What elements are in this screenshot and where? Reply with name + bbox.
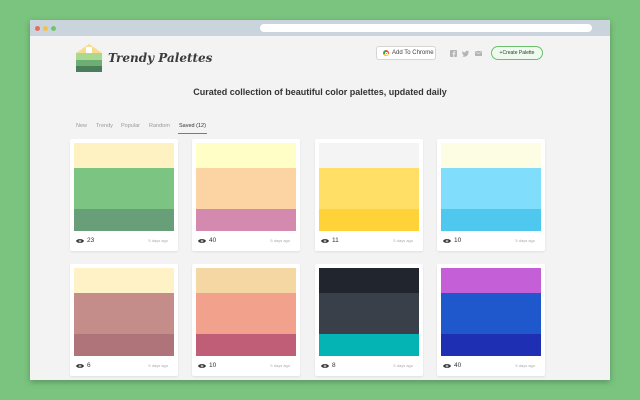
palette-card[interactable]: 8 5 days ago	[315, 264, 423, 376]
palette-timestamp: 5 days ago	[515, 238, 535, 243]
view-count: 8	[332, 362, 336, 369]
palette-color-3	[74, 334, 174, 356]
mail-icon[interactable]	[475, 50, 482, 57]
palette-color-2	[441, 293, 541, 334]
view-count: 10	[454, 237, 462, 244]
view-count: 10	[209, 362, 217, 369]
palette-timestamp: 5 days ago	[148, 363, 168, 368]
tab-saved[interactable]: Saved (12)	[178, 122, 207, 134]
eye-icon	[321, 363, 329, 369]
eye-icon	[198, 363, 206, 369]
palette-footer: 23 5 days ago	[76, 236, 172, 246]
minimize-window-icon[interactable]	[43, 26, 48, 31]
palette-color-2	[319, 168, 419, 209]
palette-footer: 8 5 days ago	[321, 361, 417, 371]
palette-footer: 6 5 days ago	[76, 361, 172, 371]
eye-icon	[443, 238, 451, 244]
create-palette-button[interactable]: +Create Palette	[491, 46, 543, 60]
tab-popular[interactable]: Popular	[121, 122, 140, 133]
palette-card[interactable]: 10 5 days ago	[192, 264, 300, 376]
palette-card[interactable]: 6 5 days ago	[70, 264, 178, 376]
add-to-chrome-button[interactable]: Add To Chrome	[376, 46, 436, 60]
palette-card[interactable]: 40 5 days ago	[437, 264, 545, 376]
palette-color-2	[74, 293, 174, 334]
page-tagline: Curated collection of beautiful color pa…	[193, 87, 447, 97]
palette-color-3	[196, 209, 296, 231]
palette-color-2	[74, 168, 174, 209]
browser-window: Trendy Palettes Add To Chrome +Create Pa…	[30, 20, 610, 380]
palette-card[interactable]: 10 5 days ago	[437, 139, 545, 251]
eye-icon	[76, 238, 84, 244]
palette-timestamp: 5 days ago	[270, 363, 290, 368]
eye-icon	[76, 363, 84, 369]
palette-color-2	[441, 168, 541, 209]
palette-color-3	[196, 334, 296, 356]
tab-trendy[interactable]: Trendy	[96, 122, 113, 133]
palette-footer: 10 5 days ago	[443, 236, 539, 246]
palette-color-1	[319, 143, 419, 168]
browser-titlebar	[30, 20, 610, 36]
brand-name[interactable]: Trendy Palettes	[108, 51, 212, 65]
palette-color-1	[74, 268, 174, 293]
twitter-icon[interactable]	[462, 50, 469, 57]
view-count: 40	[209, 237, 217, 244]
add-to-chrome-label: Add To Chrome	[392, 50, 434, 56]
palette-footer: 11 5 days ago	[321, 236, 417, 246]
palette-color-3	[441, 334, 541, 356]
palette-card[interactable]: 23 5 days ago	[70, 139, 178, 251]
palette-timestamp: 5 days ago	[148, 238, 168, 243]
eye-icon	[321, 238, 329, 244]
palette-color-3	[441, 209, 541, 231]
palette-color-1	[319, 268, 419, 293]
close-window-icon[interactable]	[35, 26, 40, 31]
palette-timestamp: 5 days ago	[393, 363, 413, 368]
view-count: 11	[332, 237, 339, 244]
address-bar[interactable]	[260, 24, 592, 32]
eye-icon	[198, 238, 206, 244]
palette-timestamp: 5 days ago	[515, 363, 535, 368]
palette-footer: 10 5 days ago	[198, 361, 294, 371]
tab-random[interactable]: Random	[149, 122, 170, 133]
palette-color-3	[319, 334, 419, 356]
eye-icon	[443, 363, 451, 369]
palette-color-1	[74, 143, 174, 168]
palette-color-2	[196, 293, 296, 334]
chrome-icon	[383, 50, 389, 56]
palette-color-1	[441, 268, 541, 293]
palette-color-3	[74, 209, 174, 231]
palette-timestamp: 5 days ago	[393, 238, 413, 243]
view-count: 40	[454, 362, 462, 369]
palette-color-2	[196, 168, 296, 209]
palette-color-2	[319, 293, 419, 334]
palette-footer: 40 5 days ago	[198, 236, 294, 246]
house-logo-icon[interactable]	[76, 44, 102, 72]
facebook-icon[interactable]	[450, 50, 457, 57]
palette-color-1	[441, 143, 541, 168]
palette-timestamp: 5 days ago	[270, 238, 290, 243]
palette-card[interactable]: 40 5 days ago	[192, 139, 300, 251]
palette-color-1	[196, 143, 296, 168]
view-count: 23	[87, 237, 95, 244]
tab-new[interactable]: New	[76, 122, 87, 133]
maximize-window-icon[interactable]	[51, 26, 56, 31]
palette-color-3	[319, 209, 419, 231]
palette-footer: 40 5 days ago	[443, 361, 539, 371]
palette-card[interactable]: 11 5 days ago	[315, 139, 423, 251]
view-count: 6	[87, 362, 91, 369]
palette-color-1	[196, 268, 296, 293]
